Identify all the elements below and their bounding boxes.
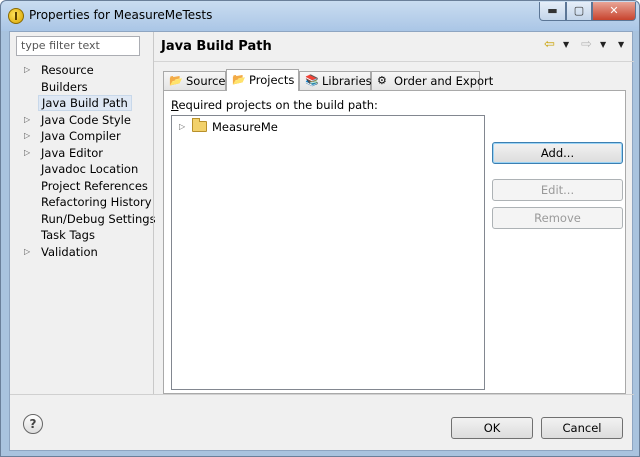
- dialog-client-area: type filter text ▷ Resource Builders Jav…: [9, 31, 634, 451]
- sidebar-item-label: Java Editor: [41, 146, 103, 160]
- required-projects-label-text: equired projects on the build path:: [178, 98, 378, 112]
- footer-separator: [10, 394, 634, 395]
- add-button[interactable]: Add...: [492, 142, 623, 164]
- pane-divider[interactable]: [153, 32, 154, 394]
- source-folder-icon: 📂: [169, 74, 183, 87]
- sidebar-item-label: Javadoc Location: [41, 162, 139, 176]
- filter-input[interactable]: type filter text: [16, 36, 140, 56]
- page-title: Java Build Path: [161, 39, 272, 54]
- sidebar-item-label: Run/Debug Settings: [41, 212, 156, 226]
- expand-arrow-icon[interactable]: ▷: [24, 244, 30, 260]
- forward-arrow-icon[interactable]: ⇨: [581, 37, 592, 52]
- sidebar-item-label: Validation: [41, 245, 98, 259]
- tab-order-and-export[interactable]: ⚙ Order and Export: [371, 71, 493, 90]
- expand-arrow-icon[interactable]: ▷: [24, 128, 30, 144]
- app-icon: [8, 8, 24, 24]
- tab-libraries[interactable]: 📚 Libraries: [299, 71, 372, 90]
- edit-button[interactable]: Edit...: [492, 179, 623, 201]
- tab-label: Source: [186, 74, 226, 88]
- back-arrow-icon[interactable]: ⇦: [544, 37, 555, 52]
- open-folder-icon: 📂: [232, 73, 246, 86]
- required-projects-tree[interactable]: ▷ MeasureMe: [171, 115, 485, 390]
- tree-item-label: MeasureMe: [212, 120, 278, 134]
- library-icon: 📚: [305, 74, 319, 87]
- sidebar-item-label: Refactoring History: [41, 195, 152, 209]
- sidebar-item-label: Task Tags: [41, 228, 95, 242]
- sidebar-item-label: Project References: [41, 179, 148, 193]
- title-bar[interactable]: Properties for MeasureMeTests ▬ ▢ ✕: [1, 1, 639, 31]
- sidebar-item-label: Java Build Path: [38, 95, 132, 111]
- project-folder-icon: [192, 118, 207, 132]
- sidebar-item-label: Java Compiler: [41, 129, 121, 143]
- maximize-button[interactable]: ▢: [566, 2, 592, 21]
- required-projects-label: Required projects on the build path:: [171, 98, 378, 112]
- cancel-button[interactable]: Cancel: [541, 417, 623, 439]
- view-menu-icon[interactable]: ▼: [618, 40, 624, 49]
- help-icon[interactable]: ?: [23, 414, 43, 434]
- tab-source[interactable]: 📂 Source: [163, 71, 226, 90]
- expand-arrow-icon[interactable]: ▷: [179, 119, 185, 135]
- expand-arrow-icon[interactable]: ▷: [24, 62, 30, 78]
- tab-bar: 📂 Source 📂 Projects 📚 Libraries ⚙ Order …: [163, 69, 623, 91]
- properties-dialog: Properties for MeasureMeTests ▬ ▢ ✕ type…: [0, 0, 640, 457]
- order-export-icon: ⚙: [377, 74, 387, 87]
- projects-tab-panel: Required projects on the build path: ▷ M…: [163, 90, 626, 394]
- forward-dropdown-icon[interactable]: ▼: [600, 40, 606, 49]
- preference-tree: ▷ Resource Builders Java Build Path ▷ Ja…: [14, 60, 156, 390]
- window-title: Properties for MeasureMeTests: [29, 8, 213, 22]
- back-dropdown-icon[interactable]: ▼: [563, 40, 569, 49]
- minimize-button[interactable]: ▬: [539, 2, 566, 21]
- tab-projects[interactable]: 📂 Projects: [226, 69, 299, 91]
- tab-label: Projects: [249, 73, 295, 87]
- expand-arrow-icon[interactable]: ▷: [24, 112, 30, 128]
- sidebar-item-label: Resource: [41, 63, 94, 77]
- close-button[interactable]: ✕: [592, 2, 636, 21]
- title-separator: [154, 61, 634, 62]
- tab-label: Libraries: [322, 74, 372, 88]
- tab-label: Order and Export: [394, 74, 494, 88]
- ok-button[interactable]: OK: [451, 417, 533, 439]
- sidebar-item-label: Builders: [41, 80, 88, 94]
- expand-arrow-icon[interactable]: ▷: [24, 145, 30, 161]
- sidebar-item-label: Java Code Style: [41, 113, 131, 127]
- remove-button[interactable]: Remove: [492, 207, 623, 229]
- history-toolbar: ⇦ ▼ ⇨ ▼ ▼: [542, 37, 630, 55]
